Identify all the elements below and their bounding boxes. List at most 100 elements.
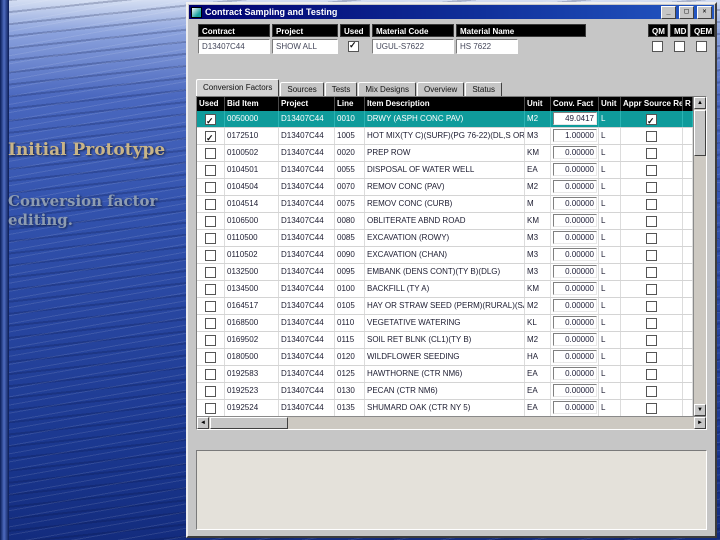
table-row[interactable]: 0100502 D13407C44 0020 PREP ROW KM 0.00000 L (197, 145, 693, 162)
qm-checkbox[interactable] (652, 41, 663, 52)
table-row[interactable]: 0110500 D13407C44 0085 EXCAVATION (ROWY) M3 0… (197, 230, 693, 247)
conv-fact-value[interactable]: 0.00000 (553, 384, 597, 397)
appr-source-checkbox[interactable] (646, 300, 657, 312)
appr-source-checkbox[interactable] (646, 266, 657, 278)
appr-source-checkbox[interactable] (646, 385, 657, 397)
material-name-field[interactable]: HS 7622 (456, 39, 518, 54)
conv-fact-value[interactable]: 0.00000 (553, 316, 597, 329)
qem-checkbox[interactable] (696, 41, 707, 52)
tab-conversion-factors[interactable]: Conversion Factors (196, 79, 280, 96)
scroll-left-button[interactable]: ◄ (197, 417, 209, 429)
material-code-field[interactable]: UGUL-S7622 (372, 39, 454, 54)
scroll-down-button[interactable]: ▼ (694, 404, 706, 416)
title-bar[interactable]: Contract Sampling and Testing _ □ ✕ (189, 5, 714, 19)
used-checkbox[interactable] (205, 198, 216, 210)
appr-source-checkbox[interactable] (646, 164, 657, 176)
maximize-button[interactable]: □ (679, 5, 694, 19)
used-checkbox[interactable] (205, 385, 216, 397)
table-row[interactable]: 0192583 D13407C44 0125 HAWTHORNE (CTR NM6) E… (197, 366, 693, 383)
appr-source-checkbox[interactable] (646, 334, 657, 346)
appr-source-checkbox[interactable] (646, 283, 657, 295)
table-row[interactable]: 0104501 D13407C44 0055 DISPOSAL OF WATER WE… (197, 162, 693, 179)
conv-fact-value[interactable]: 0.00000 (553, 231, 597, 244)
table-row[interactable]: 0110502 D13407C44 0090 EXCAVATION (CHAN) M3 0… (197, 247, 693, 264)
used-checkbox[interactable] (205, 300, 216, 312)
tab-overview[interactable]: Overview (416, 82, 465, 96)
appr-source-checkbox[interactable] (646, 402, 657, 414)
used-checkbox[interactable] (205, 164, 216, 176)
conv-fact-value[interactable]: 0.00000 (553, 180, 597, 193)
appr-source-checkbox[interactable] (646, 130, 657, 142)
conv-fact-value[interactable]: 0.00000 (553, 214, 597, 227)
horizontal-scrollbar[interactable]: ◄ ► (197, 416, 706, 429)
table-row[interactable]: 0192523 D13407C44 0130 PECAN (CTR NM6) EA 0.0… (197, 383, 693, 400)
tab-mix-designs[interactable]: Mix Designs (358, 82, 416, 96)
table-row[interactable]: 0180500 D13407C44 0120 WILDFLOWER SEEDING HA… (197, 349, 693, 366)
table-row[interactable]: 0050000D13407C440010DRWY (ASPH CONC PAV)… (197, 111, 693, 128)
tab-status[interactable]: Status (465, 82, 502, 96)
table-row[interactable]: 0104514 D13407C44 0075 REMOV CONC (CURB) M 0.… (197, 196, 693, 213)
used-checkbox[interactable] (205, 113, 216, 127)
used-checkbox[interactable] (205, 368, 216, 380)
horizontal-scroll-track[interactable] (209, 417, 694, 429)
appr-source-checkbox[interactable] (646, 368, 657, 380)
appr-source-checkbox[interactable] (646, 317, 657, 329)
conv-fact-value[interactable]: 0.00000 (553, 367, 597, 380)
table-row[interactable]: 0168500 D13407C44 0110 VEGETATIVE WATERING K… (197, 315, 693, 332)
conv-fact-value[interactable]: 0.00000 (553, 282, 597, 295)
table-row[interactable]: 0104504 D13407C44 0070 REMOV CONC (PAV) M2 0.… (197, 179, 693, 196)
table-row[interactable]: 0192524 D13407C44 0135 SHUMARD OAK (CTR NY … (197, 400, 693, 416)
appr-source-checkbox[interactable] (646, 351, 657, 363)
appr-source-checkbox[interactable] (646, 198, 657, 210)
conv-fact-value[interactable]: 0.00000 (553, 401, 597, 414)
used-checkbox[interactable] (205, 147, 216, 159)
appr-source-checkbox[interactable] (646, 113, 657, 127)
table-row[interactable]: 0106500 D13407C44 0080 OBLITERATE ABND ROAD… (197, 213, 693, 230)
tab-sources[interactable]: Sources (280, 82, 324, 96)
table-row[interactable]: 0169502 D13407C44 0115 SOIL RET BLNK (CL1)(… (197, 332, 693, 349)
conv-fact-value[interactable]: 49.0417 (553, 112, 597, 125)
appr-source-checkbox[interactable] (646, 232, 657, 244)
appr-source-checkbox[interactable] (646, 249, 657, 261)
used-checkbox[interactable] (205, 215, 216, 227)
used-checkbox[interactable] (205, 249, 216, 261)
appr-source-checkbox[interactable] (646, 181, 657, 193)
used-checkbox[interactable] (205, 130, 216, 144)
table-row[interactable]: 0172510D13407C441005HOT MIX(TY C)(SURF)(… (197, 128, 693, 145)
scroll-right-button[interactable]: ► (694, 417, 706, 429)
used-checkbox[interactable] (205, 266, 216, 278)
used-checkbox[interactable] (205, 334, 216, 346)
used-checkbox[interactable] (205, 232, 216, 244)
used-checkbox[interactable] (205, 402, 216, 414)
tab-tests[interactable]: Tests (324, 82, 358, 96)
used-checkbox[interactable] (205, 181, 216, 193)
conv-fact-value[interactable]: 0.00000 (553, 350, 597, 363)
conv-fact-value[interactable]: 0.00000 (553, 197, 597, 210)
vertical-scroll-track[interactable] (694, 109, 706, 404)
table-row[interactable]: 0132500 D13407C44 0095 EMBANK (DENS CONT)(T… (197, 264, 693, 281)
vertical-scrollbar[interactable]: ▲ ▼ (693, 97, 706, 416)
contract-field[interactable]: D13407C44 (198, 39, 270, 54)
horizontal-scroll-thumb[interactable] (210, 417, 288, 429)
minimize-button[interactable]: _ (661, 5, 676, 19)
conv-fact-value[interactable]: 0.00000 (553, 299, 597, 312)
conv-fact-value[interactable]: 0.00000 (553, 333, 597, 346)
md-checkbox[interactable] (674, 41, 685, 52)
table-row[interactable]: 0164517 D13407C44 0105 HAY OR STRAW SEED (P… (197, 298, 693, 315)
appr-source-checkbox[interactable] (646, 215, 657, 227)
conv-fact-value[interactable]: 1.00000 (553, 129, 597, 142)
conv-fact-value[interactable]: 0.00000 (553, 248, 597, 261)
vertical-scroll-thumb[interactable] (694, 110, 706, 156)
conv-fact-value[interactable]: 0.00000 (553, 146, 597, 159)
appr-source-checkbox[interactable] (646, 147, 657, 159)
project-field[interactable]: SHOW ALL (272, 39, 338, 54)
conv-fact-value[interactable]: 0.00000 (553, 265, 597, 278)
used-checkbox[interactable] (205, 351, 216, 363)
used-checkbox[interactable] (348, 40, 359, 52)
table-row[interactable]: 0134500 D13407C44 0100 BACKFILL (TY A) KM 0.0… (197, 281, 693, 298)
used-checkbox[interactable] (205, 317, 216, 329)
close-button[interactable]: ✕ (697, 5, 712, 19)
used-checkbox[interactable] (205, 283, 216, 295)
conv-fact-value[interactable]: 0.00000 (553, 163, 597, 176)
scroll-up-button[interactable]: ▲ (694, 97, 706, 109)
